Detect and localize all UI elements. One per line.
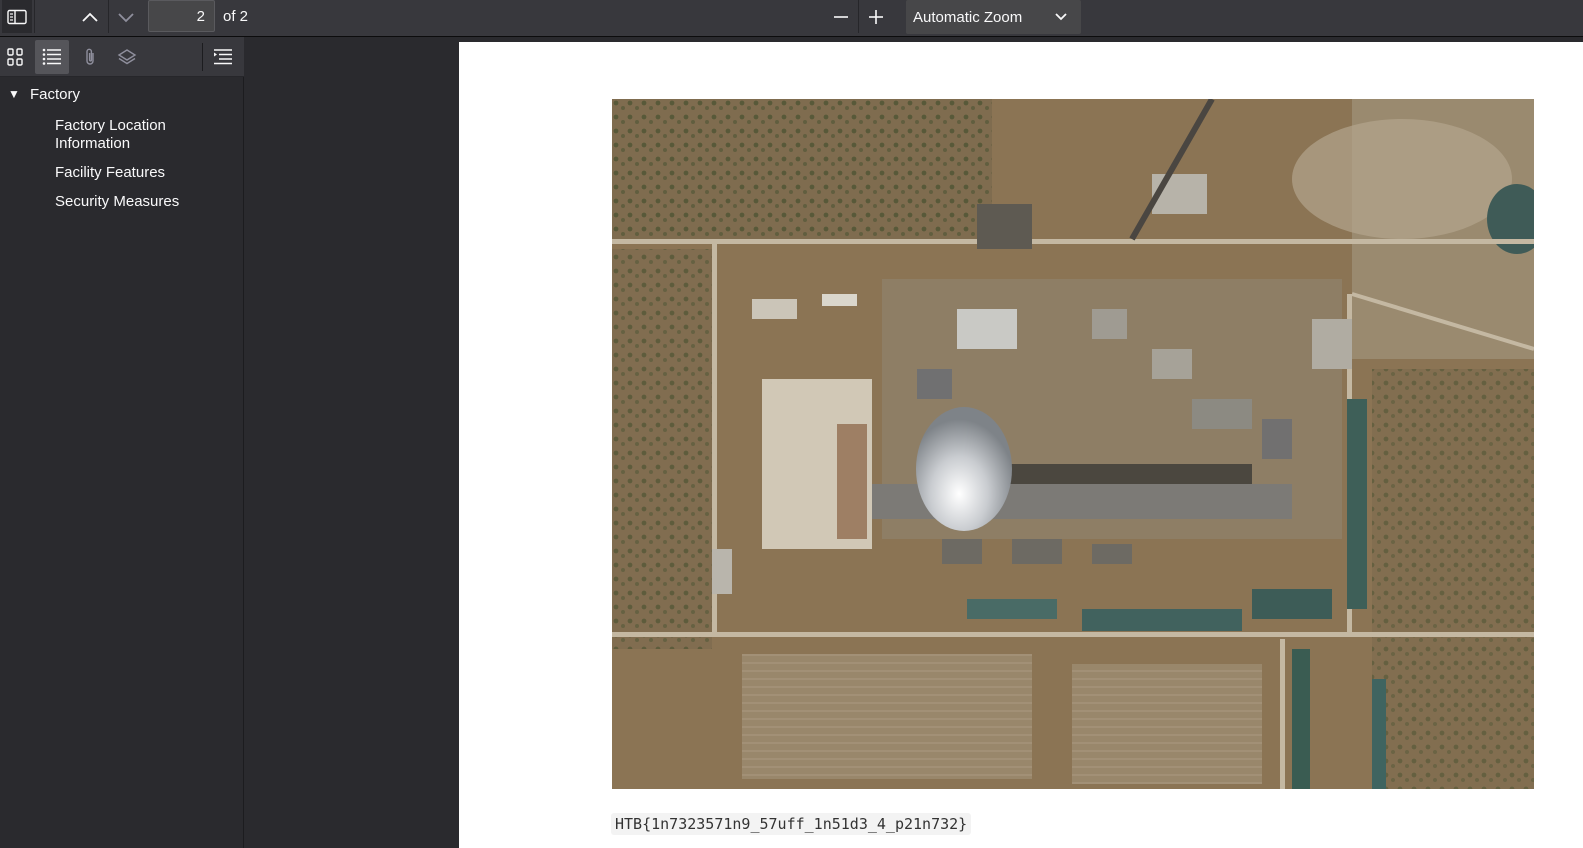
satellite-image-drawing xyxy=(612,99,1534,789)
minus-icon xyxy=(834,15,848,18)
current-outline-item-button[interactable] xyxy=(206,40,240,74)
outline-item-security-measures[interactable]: Security Measures xyxy=(55,191,235,220)
sidebar-toggle-icon xyxy=(7,9,27,24)
document-viewer[interactable]: HTB{1n7323571n9_57uff_1n51d3_4_p21n732} xyxy=(244,37,1583,848)
toolbar-separator xyxy=(858,0,859,33)
sidebar-tab-separator xyxy=(202,43,203,71)
satellite-image xyxy=(612,99,1534,789)
flag-code-text: HTB{1n7323571n9_57uff_1n51d3_4_p21n732} xyxy=(611,813,972,835)
outline-current-icon xyxy=(214,49,232,65)
list-icon xyxy=(42,48,61,65)
zoom-select[interactable]: Automatic Zoom xyxy=(906,0,1081,34)
zoom-select-value: Automatic Zoom xyxy=(913,8,1023,26)
zoom-out-button[interactable] xyxy=(826,0,856,33)
page-number-input[interactable] xyxy=(148,0,215,32)
toolbar-separator xyxy=(34,0,35,33)
layers-icon xyxy=(117,49,137,65)
previous-page-button[interactable] xyxy=(73,0,107,33)
chevron-up-icon xyxy=(82,12,98,22)
sidebar-tab-bar xyxy=(0,37,244,77)
thumbnails-tab[interactable] xyxy=(0,40,32,74)
document-outline-tab[interactable] xyxy=(35,40,69,74)
outline-item-factory[interactable]: ▼ Factory xyxy=(0,83,244,107)
outline-item-factory-location-information[interactable]: Factory Location Information xyxy=(55,115,235,162)
chevron-down-icon xyxy=(1055,13,1067,21)
page-count-label: of 2 xyxy=(223,8,249,25)
layers-tab[interactable] xyxy=(110,40,144,74)
outline-item-facility-features[interactable]: Facility Features xyxy=(55,162,235,191)
document-outline: ▼ Factory Factory Location Information F… xyxy=(0,83,244,220)
paperclip-icon xyxy=(86,48,94,65)
zoom-in-button[interactable] xyxy=(861,0,891,33)
next-page-button[interactable] xyxy=(109,0,143,33)
pdf-page: HTB{1n7323571n9_57uff_1n51d3_4_p21n732} xyxy=(459,42,1583,848)
attachments-tab[interactable] xyxy=(73,40,107,74)
sidebar-toggle-button[interactable] xyxy=(2,0,32,33)
outline-item-label: Factory xyxy=(30,86,81,103)
plus-icon xyxy=(869,9,883,24)
triangle-down-icon[interactable]: ▼ xyxy=(8,87,20,101)
chevron-down-icon xyxy=(118,12,134,22)
toolbar: of 2 Automatic Zoom xyxy=(0,0,1583,37)
grid-icon xyxy=(7,48,23,66)
sidebar: ▼ Factory Factory Location Information F… xyxy=(0,37,244,848)
